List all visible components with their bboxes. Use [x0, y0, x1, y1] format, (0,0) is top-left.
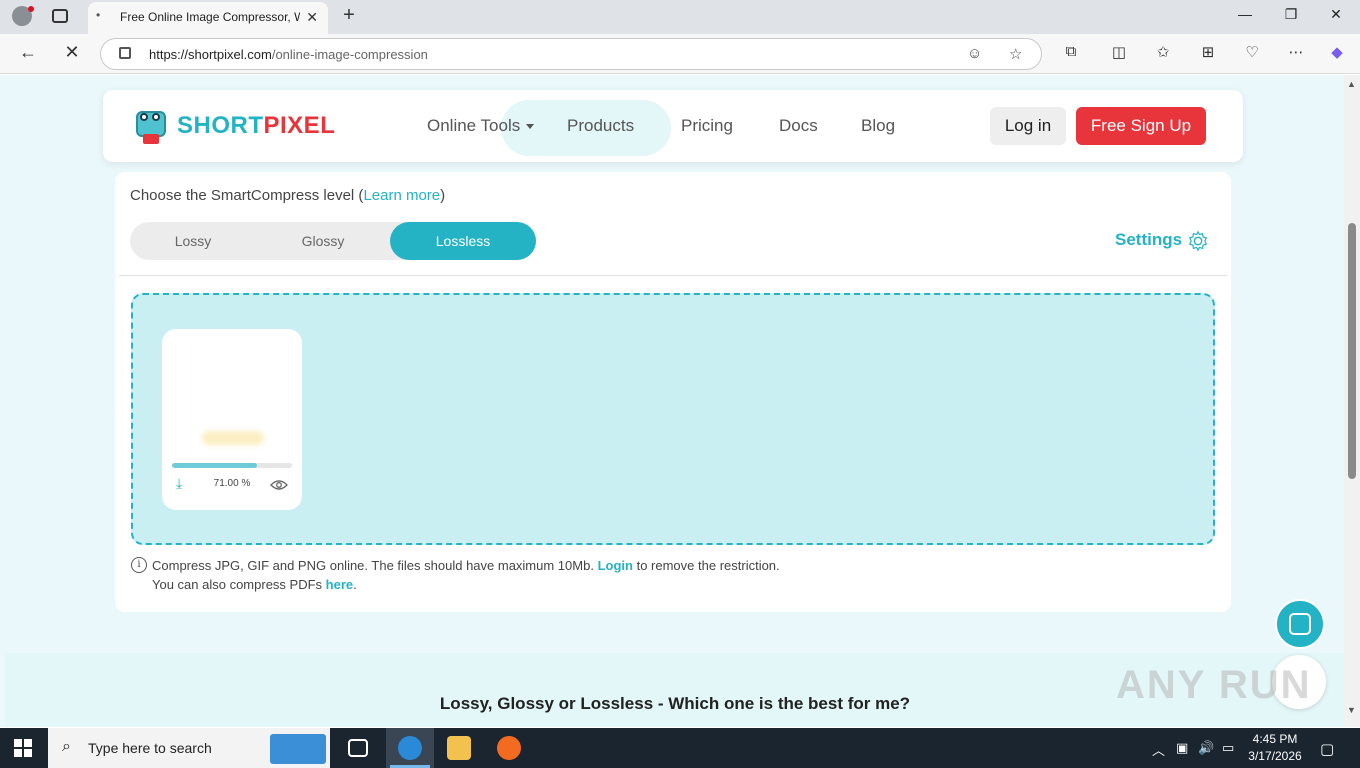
- browser-tab-bar: • Free Online Image Compressor, W ✕ + — …: [0, 0, 1360, 34]
- upload-dropzone[interactable]: ⤓ 71.00 %: [131, 293, 1215, 545]
- nav-products[interactable]: Products: [567, 116, 634, 136]
- browser-essentials-icon[interactable]: ♡: [1241, 43, 1263, 61]
- system-clock[interactable]: 4:45 PM 3/17/2026: [1248, 731, 1302, 765]
- tab-title: Free Online Image Compressor, W: [120, 10, 300, 24]
- watermark: ANY RUN: [1116, 663, 1312, 707]
- chat-button[interactable]: [1275, 599, 1325, 649]
- firefox-icon[interactable]: [497, 736, 521, 760]
- address-toolbar: ← ✕ https://shortpixel.com/online-image-…: [0, 34, 1360, 74]
- pdf-here-link[interactable]: here: [326, 577, 353, 592]
- download-icon[interactable]: ⤓: [176, 475, 182, 492]
- url-field[interactable]: https://shortpixel.com/online-image-comp…: [100, 38, 1042, 70]
- reading-mode-icon[interactable]: ☺: [967, 45, 982, 62]
- new-tab-icon[interactable]: +: [338, 4, 360, 27]
- learn-more-link[interactable]: Learn more: [363, 187, 440, 204]
- scroll-up-icon[interactable]: ▲: [1347, 79, 1356, 89]
- close-tab-icon[interactable]: ✕: [306, 9, 318, 26]
- page-content: SHORTPIXEL Online Tools Products Pricing…: [0, 75, 1344, 727]
- divider: [119, 275, 1227, 276]
- shortpixel-logo-icon[interactable]: [133, 106, 169, 144]
- extensions-icon[interactable]: ⧉: [1060, 43, 1082, 60]
- edge-browser-icon[interactable]: [398, 736, 422, 760]
- login-button[interactable]: Log in: [990, 107, 1066, 145]
- nav-pricing[interactable]: Pricing: [681, 116, 733, 136]
- site-header: SHORTPIXEL Online Tools Products Pricing…: [103, 90, 1243, 162]
- split-screen-icon[interactable]: ◫: [1108, 43, 1130, 61]
- restore-icon[interactable]: ❐: [1279, 6, 1303, 23]
- file-result-card: ⤓ 71.00 %: [162, 329, 302, 510]
- brand-name[interactable]: SHORTPIXEL: [177, 112, 335, 140]
- chat-list-icon: [1289, 613, 1311, 635]
- eye-icon[interactable]: [270, 479, 288, 491]
- minimize-icon[interactable]: —: [1233, 6, 1257, 22]
- windows-taskbar: ⌕ Type here to search ︿ ▣ 🔊 ▭ 4:45 PM 3/…: [0, 728, 1360, 768]
- info-text-line1: Compress JPG, GIF and PNG online. The fi…: [152, 558, 780, 573]
- notification-dot: [28, 6, 34, 12]
- back-icon[interactable]: ←: [16, 42, 40, 63]
- scrollbar-thumb[interactable]: [1348, 223, 1356, 479]
- page-scrollbar[interactable]: ▲ ▼: [1344, 75, 1360, 727]
- compression-progress-bar: [172, 463, 292, 468]
- task-view-icon[interactable]: [348, 739, 368, 757]
- show-hidden-icons-icon[interactable]: ︿: [1152, 740, 1165, 759]
- favorite-star-icon[interactable]: ☆: [1009, 45, 1022, 63]
- browser-tab-active[interactable]: • Free Online Image Compressor, W ✕: [88, 2, 328, 34]
- tab-actions-icon[interactable]: [52, 9, 68, 23]
- chevron-down-icon: [526, 124, 535, 130]
- network-icon[interactable]: ▭: [1222, 740, 1234, 756]
- clock-date: 3/17/2026: [1248, 749, 1302, 763]
- nav-docs[interactable]: Docs: [779, 116, 818, 136]
- favorites-icon[interactable]: ✩: [1152, 43, 1174, 61]
- login-link[interactable]: Login: [598, 558, 633, 573]
- volume-icon[interactable]: 🔊: [1198, 740, 1214, 756]
- search-placeholder: Type here to search: [88, 740, 212, 756]
- url-text[interactable]: https://shortpixel.com/online-image-comp…: [149, 47, 428, 62]
- windows-start-icon[interactable]: [14, 739, 32, 757]
- settings-link[interactable]: Settings: [1115, 230, 1182, 250]
- clock-time: 4:45 PM: [1252, 732, 1298, 746]
- copilot-icon[interactable]: ◆: [1326, 43, 1348, 61]
- loading-icon: •: [96, 8, 101, 22]
- notifications-icon[interactable]: ▢: [1320, 740, 1334, 758]
- nav-blog[interactable]: Blog: [861, 116, 895, 136]
- search-highlight-icon: [270, 734, 326, 764]
- more-menu-icon[interactable]: ⋯: [1285, 43, 1307, 61]
- scroll-down-icon[interactable]: ▼: [1347, 705, 1356, 715]
- compress-level-toggle: Lossy Glossy Lossless: [130, 222, 536, 260]
- compress-level-label: Choose the SmartCompress level (Learn mo…: [130, 187, 446, 204]
- level-glossy-button[interactable]: Glossy: [258, 222, 388, 260]
- file-explorer-icon[interactable]: [447, 736, 471, 760]
- compression-percent: 71.00 %: [213, 478, 251, 489]
- stop-loading-icon[interactable]: ✕: [60, 42, 84, 63]
- close-window-icon[interactable]: ✕: [1324, 6, 1348, 23]
- info-icon: i: [131, 557, 147, 573]
- collections-icon[interactable]: ⊞: [1197, 43, 1219, 61]
- image-thumbnail: [202, 431, 264, 445]
- gear-icon[interactable]: [1187, 230, 1209, 252]
- lock-icon[interactable]: [119, 47, 131, 59]
- progress-fill: [172, 463, 258, 468]
- level-lossless-button[interactable]: Lossless: [390, 222, 536, 260]
- signup-button[interactable]: Free Sign Up: [1076, 107, 1206, 145]
- compressor-card: Choose the SmartCompress level (Learn mo…: [115, 172, 1231, 612]
- search-icon: ⌕: [62, 738, 71, 755]
- nav-online-tools[interactable]: Online Tools: [427, 116, 535, 136]
- meet-now-icon[interactable]: ▣: [1176, 740, 1188, 756]
- info-text-line2: You can also compress PDFs here.: [152, 577, 357, 592]
- taskbar-search-input[interactable]: ⌕ Type here to search: [48, 728, 330, 768]
- level-lossy-button[interactable]: Lossy: [130, 222, 256, 260]
